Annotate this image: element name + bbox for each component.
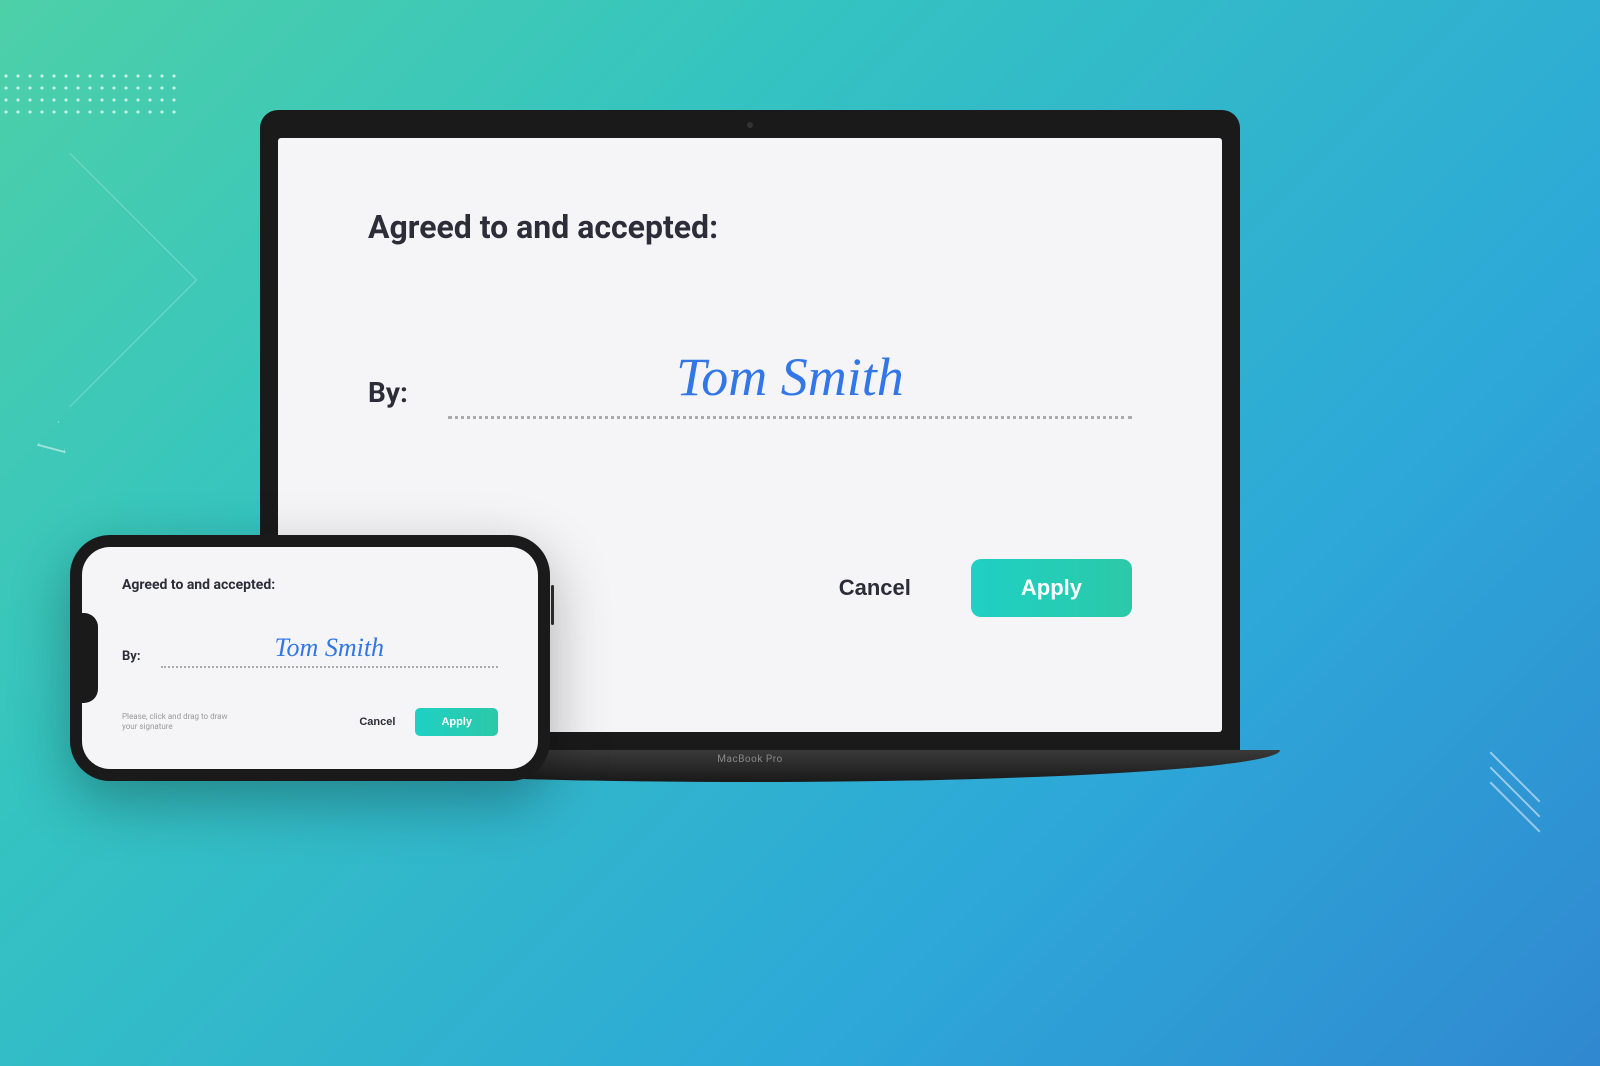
phone-screen: Agreed to and accepted: By: Tom Smith Pl… <box>82 547 538 769</box>
signature-value: Tom Smith <box>676 347 904 407</box>
phone-draw-hint-text: Please, click and drag to draw your sign… <box>122 712 242 733</box>
apply-button[interactable]: Apply <box>971 559 1132 617</box>
cancel-button[interactable]: Cancel <box>819 563 931 613</box>
phone-frame: Agreed to and accepted: By: Tom Smith Pl… <box>70 535 550 781</box>
phone-apply-button[interactable]: Apply <box>415 708 498 736</box>
decorative-dots <box>0 70 180 120</box>
phone-agreement-heading: Agreed to and accepted: <box>122 577 498 593</box>
phone-signature-input-area[interactable]: Tom Smith <box>161 633 498 668</box>
phone-notch <box>78 613 98 703</box>
laptop-model-label: MacBook Pro <box>717 750 782 765</box>
signature-field-row: By: Tom Smith <box>368 346 1132 419</box>
decorative-angle <box>0 153 197 408</box>
phone-cancel-button[interactable]: Cancel <box>359 716 395 728</box>
agreement-heading: Agreed to and accepted: <box>368 208 1132 246</box>
phone-signature-row: By: Tom Smith <box>122 633 498 668</box>
phone-device: Agreed to and accepted: By: Tom Smith Pl… <box>70 535 550 781</box>
decorative-lines <box>1480 766 1560 826</box>
phone-signature-value: Tom Smith <box>274 633 384 662</box>
by-label: By: <box>368 376 408 419</box>
decorative-triangle-left <box>37 417 74 454</box>
signature-input-area[interactable]: Tom Smith <box>448 346 1132 419</box>
laptop-camera-icon <box>747 122 753 128</box>
phone-by-label: By: <box>122 649 141 668</box>
phone-side-button <box>551 585 554 625</box>
phone-action-row: Please, click and drag to draw your sign… <box>122 708 498 736</box>
